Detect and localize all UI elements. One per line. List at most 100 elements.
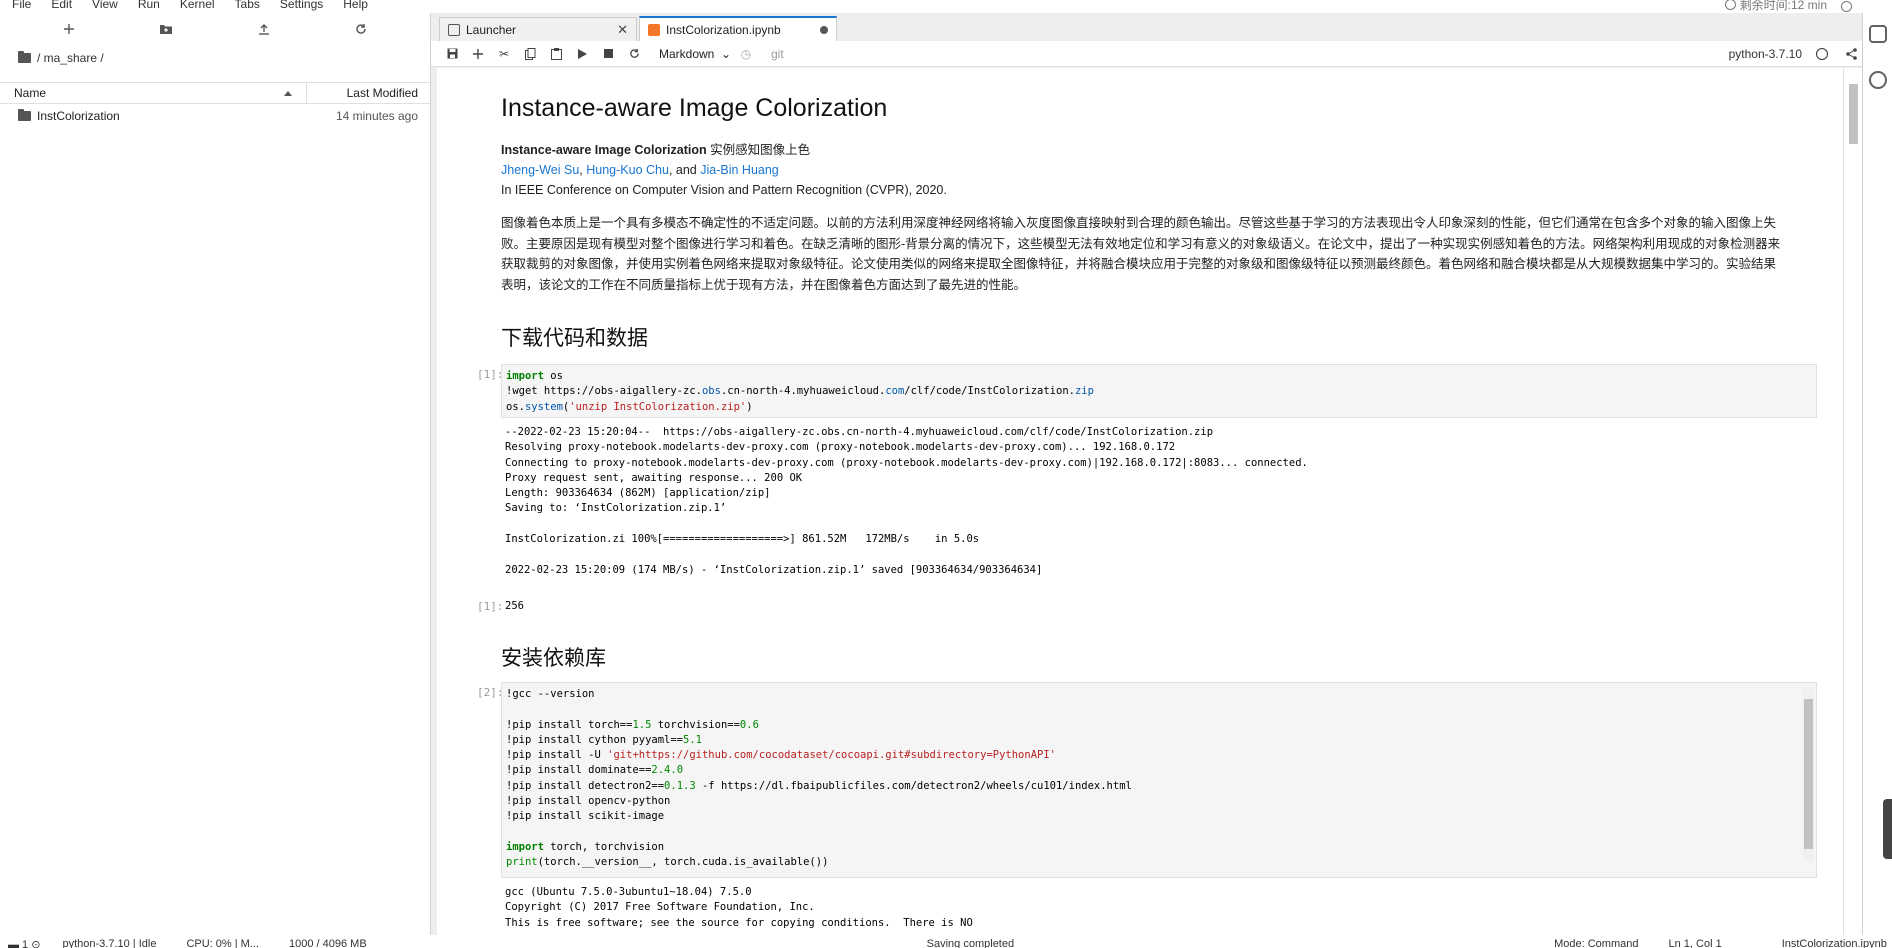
section-heading: 下载代码和数据 [501,327,648,350]
status-bar: ▬ 1 ⊙ python-3.7.10 | Idle CPU: 0% | M..… [0,935,1892,948]
code-cell-2[interactable]: !gcc --version !pip install torch==1.5 t… [501,682,1817,878]
menu-kernel[interactable]: Kernel [168,0,223,11]
cell-type-select[interactable]: Markdown ⌄ [659,47,731,61]
folder-icon [18,109,31,121]
paper-subtitle: Instance-aware Image Colorization 实例感知图像… [501,140,1821,160]
restart-icon[interactable] [623,44,645,64]
cell-scrollbar-thumb[interactable] [1804,699,1813,849]
folder-icon [18,51,31,63]
abstract-line: 图像着色本质上是一个具有多模态不确定性的不适定问题。以前的方法利用深度神经网络将… [501,216,1777,230]
refresh-icon[interactable] [352,20,370,38]
abstract-paragraph: 图像着色本质上是一个具有多模态不确定性的不适定问题。以前的方法利用深度神经网络将… [501,213,1821,295]
close-icon[interactable]: ✕ [617,22,628,38]
save-icon[interactable] [441,44,463,64]
sort-ascending-icon [284,90,292,96]
cell-output-result: 256 [505,600,524,612]
cell-prompt: [2]: [477,686,504,699]
abstract-line: 获取裁剪的对象图像，并使用实例着色网络来提取对象级特征。论文使用类似的网络来提取… [501,257,1777,271]
cell-prompt: [1]: [477,600,504,613]
save-status: Saving completed [926,938,1015,948]
subtitle-rest: 实例感知图像上色 [706,143,811,157]
new-folder-icon[interactable] [157,20,175,38]
terminal-icon[interactable]: ▬ 1 ⊙ [8,938,40,948]
notebook-content[interactable]: Instance-aware Image Colorization Instan… [437,68,1843,935]
new-launcher-icon[interactable] [60,20,78,38]
unsaved-indicator-icon[interactable] [820,25,828,34]
file-browser-panel: / ma_share / Name Last Modified InstColo… [0,13,431,935]
file-browser-toolbar [0,13,430,45]
clock-icon [1724,0,1736,10]
file-list-header: Name Last Modified [0,82,430,104]
extension-icon[interactable] [1868,71,1887,89]
kernel-name[interactable]: python-3.7.10 [1729,47,1802,61]
property-inspector-icon[interactable] [1868,25,1887,43]
menu-help[interactable]: Help [331,0,376,11]
history-icon[interactable]: ◷ [735,44,757,64]
column-name-header[interactable]: Name [0,83,307,103]
paste-icon[interactable] [545,44,567,64]
side-handle[interactable] [1883,799,1892,859]
run-icon[interactable] [571,44,593,64]
menu-settings[interactable]: Settings [268,0,331,11]
code-cell-1[interactable]: import os !wget https://obs-aigallery-zc… [501,364,1817,418]
cpu-usage: CPU: 0% | M... [186,938,259,948]
author-separator: , and [668,163,701,177]
cell-output-stream: --2022-02-23 15:20:04-- https://obs-aiga… [505,426,1308,576]
column-modified-header[interactable]: Last Modified [307,86,430,100]
notebook-toolbar: ✂ Markdown ⌄ ◷ git python-3.7.10 [431,41,1862,67]
author-link[interactable]: Jia-Bin Huang [700,163,779,177]
kernel-status[interactable]: python-3.7.10 | Idle [62,938,156,948]
code-text: !gcc --version !pip install torch==1.5 t… [506,688,1132,869]
file-list-item[interactable]: InstColorization 14 minutes ago [0,104,430,128]
cursor-position[interactable]: Ln 1, Col 1 [1668,938,1721,948]
cut-icon[interactable]: ✂ [493,44,515,64]
insert-cell-icon[interactable] [467,44,489,64]
editor-mode: Mode: Command [1554,938,1639,948]
stop-icon[interactable] [597,44,619,64]
paper-venue: In IEEE Conference on Computer Vision an… [501,183,947,197]
file-name: InstColorization [37,109,120,123]
tab-launcher[interactable]: Launcher ✕ [439,17,637,41]
menu-view[interactable]: View [80,0,126,11]
main-area: Launcher ✕ InstColorization.ipynb ✂ Mark… [431,13,1862,935]
notebook-icon [648,23,660,36]
breadcrumb[interactable]: / ma_share / [0,45,430,71]
share-icon[interactable] [1840,44,1862,64]
kernel-status-icon [1816,47,1828,60]
abstract-line: 表明，该论文的工作在不同质量指标上优于现有方法，并在图像着色方面达到了最先进的性… [501,277,1027,292]
tab-bar: Launcher ✕ InstColorization.ipynb [431,13,1862,41]
menu-run[interactable]: Run [126,0,168,11]
file-modified: 14 minutes ago [335,109,418,123]
menu-tabs[interactable]: Tabs [223,0,268,11]
abstract-line: 败。主要原因是现有模型对整个图像进行学习和着色。在缺乏清晰的图形-背景分离的情况… [501,236,1781,251]
file-name-cell: InstColorization [18,109,300,123]
notebook-scrollbar[interactable] [1843,68,1862,935]
tab-label: InstColorization.ipynb [666,22,781,37]
launcher-icon [448,23,460,36]
active-file-name: InstColorization.ipynb [1781,938,1887,948]
subtitle-bold: Instance-aware Image Colorization [501,143,707,157]
notebook-title: Instance-aware Image Colorization [501,94,888,122]
section-heading: 安装依赖库 [501,647,606,670]
git-label[interactable]: git [771,47,784,61]
paper-authors: Jheng-Wei Su, Hung-Kuo Chu, and Jia-Bin … [501,160,1821,180]
copy-icon[interactable] [519,44,541,64]
author-link[interactable]: Hung-Kuo Chu [586,163,669,177]
menu-file[interactable]: File [0,0,39,11]
tab-notebook[interactable]: InstColorization.ipynb [639,16,837,41]
timer-text: 剩余时间:12 min [1739,0,1827,12]
column-name-label: Name [14,86,47,100]
help-icon[interactable] [1841,1,1852,12]
chevron-down-icon: ⌄ [720,46,731,61]
session-timer: 剩余时间:12 min [1724,0,1841,13]
menu-edit[interactable]: Edit [39,0,80,11]
cell-prompt: [1]: [477,368,504,381]
upload-icon[interactable] [255,20,273,38]
tab-label: Launcher [466,22,517,37]
menu-bar: File Edit View Run Kernel Tabs Settings … [0,0,1892,13]
breadcrumb-path[interactable]: / ma_share / [37,51,104,65]
right-sidebar [1862,13,1892,935]
scrollbar-thumb[interactable] [1849,84,1858,144]
author-link[interactable]: Jheng-Wei Su [501,163,579,177]
cell-scrollbar[interactable] [1803,689,1814,861]
